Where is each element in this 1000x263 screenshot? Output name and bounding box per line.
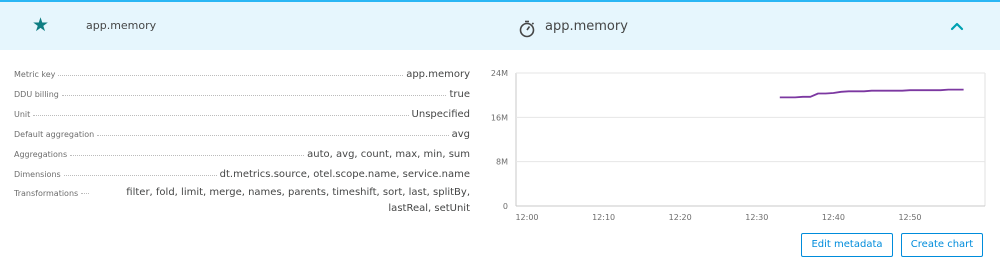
property-value: dt.metrics.source, otel.scope.name, serv… (219, 169, 470, 180)
x-tick-label: 12:50 (898, 213, 921, 222)
property-key: Metric key (14, 70, 56, 79)
property-value: auto, avg, count, max, min, sum (307, 149, 470, 160)
leader-dots (58, 75, 404, 76)
property-key: Aggregations (14, 150, 68, 159)
property-value: filter, fold, limit, merge, names, paren… (126, 187, 470, 214)
leader-dots (81, 193, 90, 194)
x-tick-label: 12:30 (745, 213, 768, 222)
metric-name: app.memory (86, 19, 157, 32)
x-tick-label: 12:00 (515, 213, 538, 222)
leader-dots (70, 155, 305, 156)
property-key: DDU billing (14, 90, 59, 99)
series-line (779, 88, 964, 99)
leader-dots (97, 135, 449, 136)
property-row-transformations: Transformations filter, fold, limit, mer… (14, 182, 470, 216)
x-tick-label: 12:10 (592, 213, 615, 222)
star-icon[interactable]: ★ (32, 15, 49, 35)
y-tick-label: 16M (491, 113, 508, 122)
property-key: Dimensions (14, 170, 61, 179)
property-value: app.memory (406, 69, 470, 80)
leader-dots (33, 115, 409, 116)
y-tick-label: 24M (491, 69, 508, 78)
metric-chart[interactable]: 0 8M 16M 24M 12:00 12:10 12:20 12:30 12:40 12:50 (480, 62, 990, 232)
property-value: true (449, 89, 470, 100)
property-key: Unit (14, 110, 31, 119)
property-row-dimensions: Dimensions dt.metrics.source, otel.scope… (14, 162, 470, 182)
property-key: Transformations (14, 189, 79, 198)
edit-metadata-button[interactable]: Edit metadata (801, 233, 893, 257)
y-tick-label: 0 (503, 202, 508, 211)
property-row-ddu-billing: DDU billing true (14, 82, 470, 102)
property-value: avg (451, 129, 470, 140)
property-row-metric-key: Metric key app.memory (14, 62, 470, 82)
property-row-default-aggregation: Default aggregation avg (14, 122, 470, 142)
chevron-up-icon[interactable] (950, 21, 964, 31)
x-tick-label: 12:40 (822, 213, 845, 222)
property-value: Unspecified (411, 109, 470, 120)
metric-properties: Metric key app.memory DDU billing true U… (14, 62, 470, 216)
leader-dots (63, 175, 217, 176)
metric-title: app.memory (545, 19, 628, 34)
leader-dots (61, 95, 447, 96)
create-chart-button[interactable]: Create chart (901, 233, 983, 257)
property-row-aggregations: Aggregations auto, avg, count, max, min,… (14, 142, 470, 162)
property-key: Default aggregation (14, 130, 95, 139)
metric-header[interactable]: ★ app.memory app.memory (0, 0, 1000, 50)
property-row-unit: Unit Unspecified (14, 102, 470, 122)
metric-detail-panel: ★ app.memory app.memory Metric key app.m… (0, 0, 1000, 263)
x-tick-label: 12:20 (669, 213, 692, 222)
y-tick-label: 8M (496, 158, 508, 167)
stopwatch-icon (519, 20, 535, 38)
